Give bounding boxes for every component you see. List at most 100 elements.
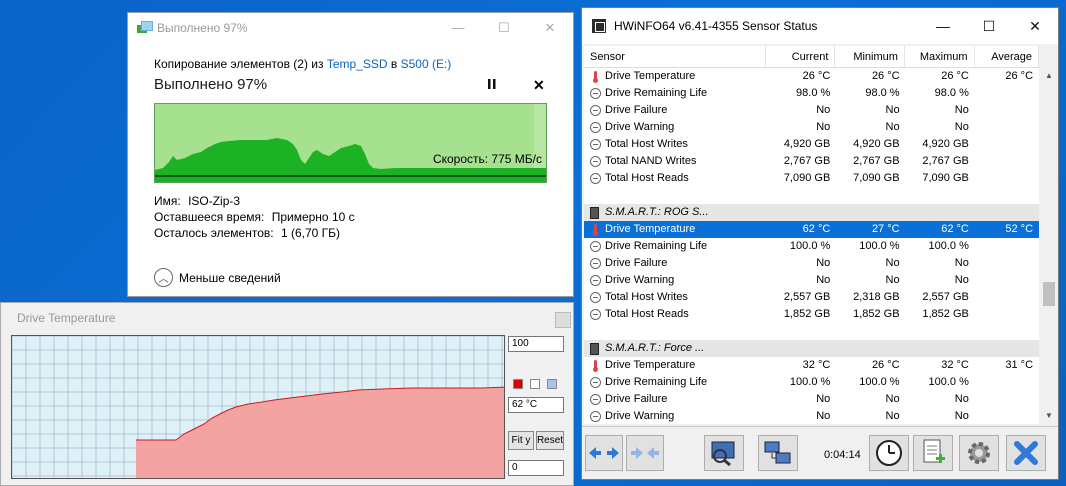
- current-cell: No: [816, 410, 831, 422]
- maximum-cell: 98.0 %: [934, 87, 969, 99]
- average-cell: 26 °C: [1005, 70, 1034, 82]
- average-cell: 31 °C: [1005, 359, 1034, 371]
- sensor-name: Total Host Writes: [605, 291, 688, 303]
- sensor-name: S.M.A.R.T.: Force ...: [605, 342, 705, 354]
- hw-close-button[interactable]: ✕: [1012, 18, 1058, 35]
- sensor-row[interactable]: Drive Temperature 32 °C 26 °C 32 °C 31 °C: [584, 357, 1039, 374]
- pause-button[interactable]: [487, 78, 501, 94]
- less-details-button[interactable]: ︿ Меньше сведений: [154, 268, 281, 287]
- sensor-circle-icon: [590, 258, 601, 269]
- sensor-name-cell: Drive Failure: [584, 102, 767, 119]
- report-button[interactable]: [913, 435, 953, 471]
- bg-color-swatch[interactable]: [530, 379, 540, 389]
- collapse-button[interactable]: [626, 435, 664, 471]
- sensor-name: S.M.A.R.T.: ROG S...: [605, 206, 709, 218]
- destination-link[interactable]: S500 (E:): [401, 57, 452, 71]
- sensor-row[interactable]: Drive Failure No No No: [584, 391, 1039, 408]
- items-value: 1 (6,70 ГБ): [280, 226, 341, 240]
- close-button[interactable]: ✕: [527, 20, 573, 36]
- sensor-scrollbar[interactable]: ▲ ▼: [1041, 68, 1057, 424]
- sensor-row[interactable]: Total Host Writes 2,557 GB 2,318 GB 2,557 G…: [584, 289, 1039, 306]
- sensor-name-cell: Drive Temperature: [584, 221, 767, 238]
- network-button[interactable]: [758, 435, 798, 471]
- name-value: ISO-Zip-3: [188, 194, 241, 208]
- source-link[interactable]: Temp_SSD: [327, 57, 388, 71]
- sensor-name-cell: Total Host Reads: [584, 306, 767, 323]
- maximize-button[interactable]: ☐: [481, 20, 527, 36]
- sensor-row[interactable]: Drive Warning No No No: [584, 408, 1039, 424]
- sensor-row[interactable]: Drive Remaining Life 100.0 % 100.0 % 100.0 …: [584, 374, 1039, 391]
- sensor-row[interactable]: Total Host Writes 4,920 GB 4,920 GB 4,920 G…: [584, 136, 1039, 153]
- sensor-row[interactable]: Drive Failure No No No: [584, 102, 1039, 119]
- sensor-circle-icon: [590, 241, 601, 252]
- sensor-name-cell: Total Host Writes: [584, 136, 767, 153]
- sensor-row[interactable]: Total Host Reads 1,852 GB 1,852 GB 1,852 GB: [584, 306, 1039, 323]
- col-current[interactable]: Current: [766, 46, 836, 67]
- col-minimum[interactable]: Minimum: [835, 46, 905, 67]
- sensor-circle-icon: [590, 309, 601, 320]
- col-sensor[interactable]: Sensor: [584, 46, 766, 67]
- sensor-row[interactable]: Drive Temperature 62 °C 27 °C 62 °C 52 °C: [584, 221, 1039, 238]
- network-icon: [764, 441, 791, 464]
- maximum-cell: 7,090 GB: [922, 172, 969, 184]
- clock-icon: [876, 440, 902, 466]
- exit-button[interactable]: [1006, 435, 1046, 471]
- grid-color-swatch[interactable]: [547, 379, 557, 389]
- sensor-group-row[interactable]: S.M.A.R.T.: ROG S...: [584, 204, 1039, 221]
- hw-maximize-button[interactable]: ☐: [966, 18, 1012, 35]
- reset-clock-button[interactable]: [869, 435, 909, 471]
- current-cell: 98.0 %: [796, 87, 831, 99]
- drive-temperature-window: Drive Temperature 100 62 °C Fit y Reset …: [0, 302, 574, 486]
- sensor-name: Drive Remaining Life: [605, 240, 708, 252]
- sensor-view-icon: [711, 441, 735, 467]
- copy-dialog: Выполнено 97% — ☐ ✕ Копирование элементо…: [127, 12, 574, 297]
- minimum-cell: [836, 204, 905, 221]
- sensor-row[interactable]: Drive Remaining Life 100.0 % 100.0 % 100.0 …: [584, 238, 1039, 255]
- max-value-box: 100: [508, 336, 564, 352]
- sensor-row[interactable]: Drive Temperature 26 °C 26 °C 26 °C 26 °C: [584, 68, 1039, 85]
- minimize-button[interactable]: —: [435, 20, 481, 36]
- hwinfo-window: HWiNFO64 v6.41-4355 Sensor Status — ☐ ✕ …: [581, 7, 1059, 480]
- minimum-cell: 100.0 %: [859, 240, 900, 252]
- percent-complete: Выполнено 97%: [154, 76, 268, 93]
- settings-button[interactable]: [959, 435, 999, 471]
- scroll-thumb[interactable]: [1043, 282, 1055, 306]
- sensor-row[interactable]: Drive Remaining Life 98.0 % 98.0 % 98.0 %: [584, 85, 1039, 102]
- minimum-cell: 4,920 GB: [853, 138, 900, 150]
- average-cell: [975, 238, 1039, 255]
- reset-button[interactable]: Reset: [536, 431, 564, 450]
- sensor-name-cell: Drive Remaining Life: [584, 85, 767, 102]
- cancel-copy-button[interactable]: ✕: [533, 77, 545, 94]
- minimum-cell: 26 °C: [871, 359, 900, 371]
- col-maximum[interactable]: Maximum: [905, 46, 975, 67]
- sensor-row[interactable]: Drive Warning No No No: [584, 119, 1039, 136]
- minimum-cell: No: [885, 410, 900, 422]
- window-menu-button[interactable]: [555, 312, 571, 328]
- expand-button[interactable]: [585, 435, 623, 471]
- line-color-swatch[interactable]: [513, 379, 523, 389]
- hw-minimize-button[interactable]: —: [920, 18, 966, 35]
- sensor-circle-icon: [590, 139, 601, 150]
- sensor-row[interactable]: Drive Failure No No No: [584, 255, 1039, 272]
- col-average[interactable]: Average: [975, 46, 1039, 67]
- sensor-name-cell: Total NAND Writes: [584, 153, 767, 170]
- sensor-group-row[interactable]: S.M.A.R.T.: Force ...: [584, 340, 1039, 357]
- fit-y-button[interactable]: Fit y: [508, 431, 534, 450]
- sensor-name: Drive Warning: [605, 410, 675, 422]
- sensor-view-button[interactable]: [704, 435, 744, 471]
- minimum-cell: No: [885, 274, 900, 286]
- sensor-row[interactable]: Total NAND Writes 2,767 GB 2,767 GB 2,767 G…: [584, 153, 1039, 170]
- sensor-name-cell: [584, 323, 767, 340]
- sensor-rows: Drive Temperature 26 °C 26 °C 26 °C 26 °C Dri…: [584, 68, 1039, 424]
- minimum-cell: No: [885, 104, 900, 116]
- minimum-cell: No: [885, 393, 900, 405]
- temp-title: Drive Temperature: [17, 311, 116, 325]
- sensor-row[interactable]: Total Host Reads 7,090 GB 7,090 GB 7,090 GB: [584, 170, 1039, 187]
- hwinfo-app-icon: [592, 19, 606, 33]
- sensor-circle-icon: [590, 411, 601, 422]
- current-cell: 1,852 GB: [783, 308, 831, 320]
- sensor-row[interactable]: Drive Warning No No No: [584, 272, 1039, 289]
- maximum-cell: No: [954, 410, 969, 422]
- scroll-down-icon[interactable]: ▼: [1041, 408, 1057, 424]
- scroll-up-icon[interactable]: ▲: [1041, 68, 1057, 84]
